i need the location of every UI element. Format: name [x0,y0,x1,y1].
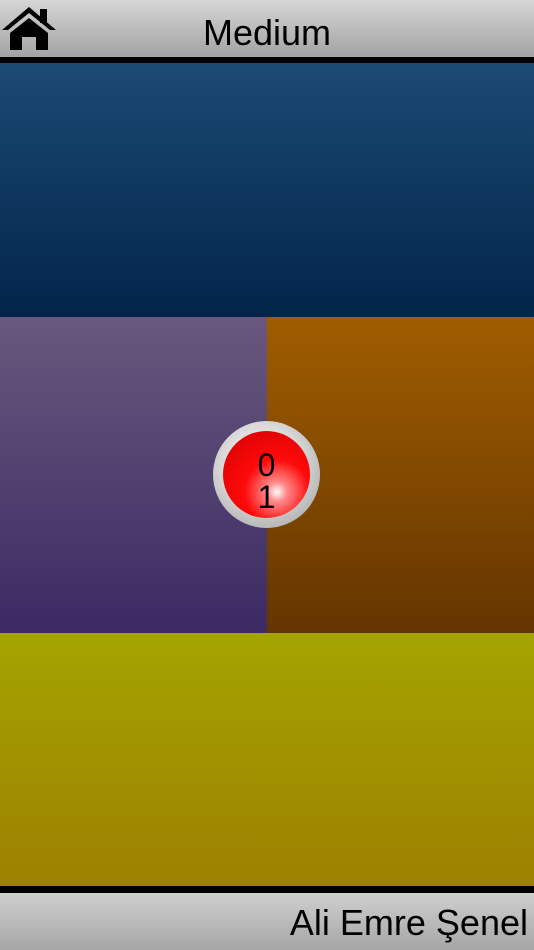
score-bottom-number: 1 [257,479,276,515]
score-top-number: 0 [257,447,276,483]
top-bar: Medium [0,0,534,57]
red-button-face: 0 1 [223,431,310,518]
bottom-divider [0,886,534,893]
author-name: Ali Emre Şenel [289,902,528,943]
center-score-button[interactable]: 0 1 [213,421,320,528]
blue-pad[interactable] [0,63,534,317]
yellow-pad[interactable] [0,633,534,886]
bottom-bar: Ali Emre Şenel [0,893,534,950]
page-title: Medium [202,12,332,53]
